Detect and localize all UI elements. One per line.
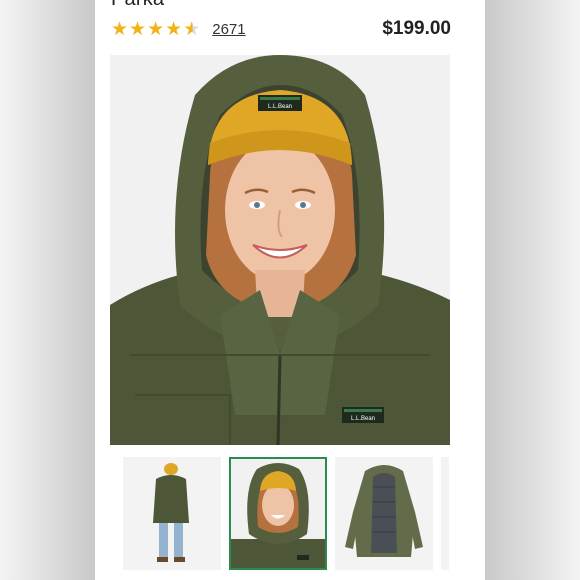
thumbnail-strip	[123, 457, 485, 572]
thumbnail-back-view[interactable]	[123, 457, 221, 570]
product-card: Parka ★ ★ ★ ★ ★ 2671 $199.00	[95, 0, 485, 580]
chest-patch-logo: L.L.Bean	[351, 416, 375, 422]
star-filled-icon: ★	[147, 18, 165, 40]
parka-hood-illustration: L.L.Bean L.L.Bean	[110, 55, 450, 445]
product-title: Parka	[111, 0, 164, 11]
main-product-image[interactable]: L.L.Bean L.L.Bean	[110, 55, 450, 445]
star-filled-icon: ★	[111, 18, 129, 40]
thumbnail-interior-view[interactable]	[335, 457, 433, 570]
star-half-icon: ★	[183, 18, 201, 40]
star-filled-icon: ★	[129, 18, 147, 40]
thumbnail-hood-closeup[interactable]	[229, 457, 327, 570]
backdrop-left	[0, 0, 95, 580]
review-count-link[interactable]: 2671	[212, 21, 245, 38]
star-rating[interactable]: ★ ★ ★ ★ ★	[111, 20, 200, 39]
hood-closeup-image	[231, 459, 325, 568]
product-price: $199.00	[382, 18, 451, 39]
backdrop-right	[485, 0, 580, 580]
thumbnail-partial[interactable]	[441, 457, 449, 570]
hat-patch-logo: L.L.Bean	[268, 104, 292, 110]
back-view-image	[123, 457, 221, 570]
interior-view-image	[335, 457, 433, 570]
star-filled-icon: ★	[165, 18, 183, 40]
